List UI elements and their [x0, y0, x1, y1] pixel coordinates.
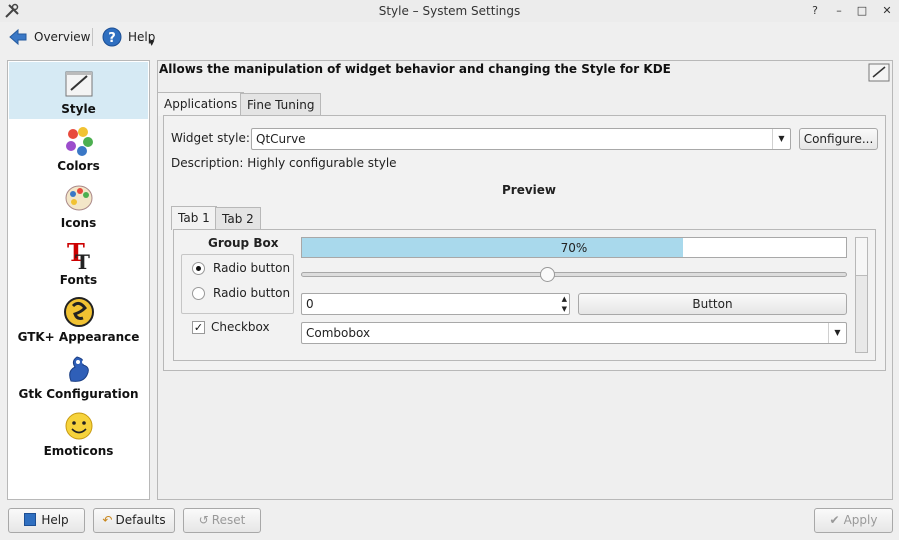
- checkbox-label: Checkbox: [211, 320, 270, 334]
- help-book-icon: [24, 513, 37, 526]
- overview-button[interactable]: Overview: [6, 25, 91, 49]
- defaults-icon: ↶: [102, 513, 113, 527]
- minimize-button[interactable]: –: [832, 4, 846, 18]
- configure-button[interactable]: Configure...: [799, 128, 878, 150]
- widget-style-value: QtCurve: [256, 132, 306, 146]
- gtk-appearance-icon: [64, 297, 94, 327]
- preview-combobox[interactable]: Combobox ▼: [301, 322, 847, 344]
- radio-button-2[interactable]: [192, 287, 205, 300]
- help-icon: ?: [102, 27, 122, 47]
- sidebar-item-gtk-appearance[interactable]: GTK+ Appearance: [9, 290, 148, 347]
- apply-button[interactable]: ✔ Apply: [814, 508, 893, 533]
- progress-text: 70%: [560, 241, 588, 255]
- dropdown-arrow-icon: ▼: [149, 39, 155, 47]
- spin-value: 0: [306, 297, 314, 311]
- sidebar-item-gtk-configuration[interactable]: Gtk Configuration: [9, 347, 148, 404]
- slider-track[interactable]: [301, 267, 847, 282]
- sidebar-item-colors[interactable]: Colors: [9, 119, 148, 176]
- widget-style-label: Widget style:: [171, 131, 250, 145]
- preview-combobox-value: Combobox: [306, 326, 371, 340]
- emoticons-icon: [65, 412, 93, 440]
- apply-button-label: Apply: [843, 513, 878, 527]
- preview-tab-1[interactable]: Tab 1: [171, 206, 217, 230]
- style-icon: [65, 71, 93, 97]
- sidebar-item-label: Colors: [57, 159, 100, 173]
- svg-text:?: ?: [108, 31, 116, 46]
- defaults-button-label: Defaults: [115, 513, 166, 527]
- defaults-button[interactable]: ↶ Defaults: [93, 508, 175, 533]
- widget-style-combobox[interactable]: QtCurve ▼: [251, 128, 791, 150]
- checkbox[interactable]: ✓: [192, 321, 205, 334]
- back-arrow-icon: [9, 28, 27, 46]
- slider-handle[interactable]: [540, 267, 555, 282]
- radio-button-1-label: Radio button: [213, 261, 291, 275]
- maximize-button[interactable]: □: [855, 4, 869, 18]
- gtk-configuration-icon: [69, 356, 89, 382]
- icons-icon: [65, 185, 93, 211]
- overview-label: Overview: [34, 30, 91, 44]
- reset-button-label: Reset: [211, 513, 246, 527]
- sidebar-item-label: Emoticons: [43, 444, 114, 458]
- sidebar-item-label: Style: [61, 102, 96, 116]
- radio-button-1[interactable]: [192, 262, 205, 275]
- scrollbar-thumb[interactable]: [856, 238, 867, 276]
- group-box-title: Group Box: [208, 236, 279, 250]
- spin-up-icon[interactable]: ▲: [562, 294, 567, 304]
- tab-fine-tuning[interactable]: Fine Tuning: [240, 93, 322, 116]
- radio-button-2-label: Radio button: [213, 286, 291, 300]
- sidebar-item-fonts[interactable]: T T Fonts: [9, 233, 148, 290]
- sidebar-item-style[interactable]: Style: [9, 62, 148, 119]
- help-button-label: Help: [41, 513, 69, 527]
- reset-button[interactable]: ↺ Reset: [183, 508, 261, 533]
- close-button[interactable]: ✕: [880, 4, 894, 18]
- chevron-down-icon: ▼: [772, 129, 790, 149]
- help-menu-button[interactable]: ? Help ▼: [100, 25, 160, 49]
- sidebar-item-icons[interactable]: Icons: [9, 176, 148, 233]
- toolbar-separator: [92, 28, 93, 46]
- tab-applications[interactable]: Applications: [157, 92, 245, 116]
- apply-check-icon: ✔: [829, 513, 840, 527]
- sidebar-item-label: Icons: [60, 216, 97, 230]
- sidebar-item-label: GTK+ Appearance: [17, 330, 140, 344]
- preview-tab-2[interactable]: Tab 2: [215, 207, 261, 230]
- preview-title: Preview: [502, 183, 557, 197]
- preview-scrollbar[interactable]: [855, 237, 868, 353]
- spin-down-icon[interactable]: ▼: [562, 304, 567, 314]
- context-help-button[interactable]: ?: [808, 4, 822, 18]
- reset-icon: ↺: [198, 513, 209, 527]
- style-module-icon: [868, 63, 890, 82]
- chevron-down-icon: ▼: [828, 323, 846, 343]
- toolbar: Overview ? Help ▼: [0, 22, 899, 52]
- style-description: Description: Highly configurable style: [171, 156, 397, 170]
- sidebar-item-label: Gtk Configuration: [18, 387, 139, 401]
- help-button[interactable]: Help: [8, 508, 85, 533]
- sidebar-item-emoticons[interactable]: Emoticons: [9, 404, 148, 461]
- page-heading: Allows the manipulation of widget behavi…: [159, 62, 671, 76]
- window-title: Style – System Settings: [378, 4, 521, 18]
- progress-bar: 70%: [301, 237, 847, 258]
- title-bar: Style – System Settings ? – □ ✕: [0, 0, 899, 22]
- sidebar: Style Colors Icons T T Fonts GTK+ Appear…: [7, 60, 150, 500]
- spin-box[interactable]: 0 ▲ ▼: [301, 293, 570, 315]
- svg-text:T: T: [75, 250, 90, 271]
- preview-button[interactable]: Button: [578, 293, 847, 315]
- sidebar-item-label: Fonts: [59, 273, 98, 287]
- colors-icon: [66, 127, 93, 156]
- fonts-icon: T T: [67, 239, 90, 271]
